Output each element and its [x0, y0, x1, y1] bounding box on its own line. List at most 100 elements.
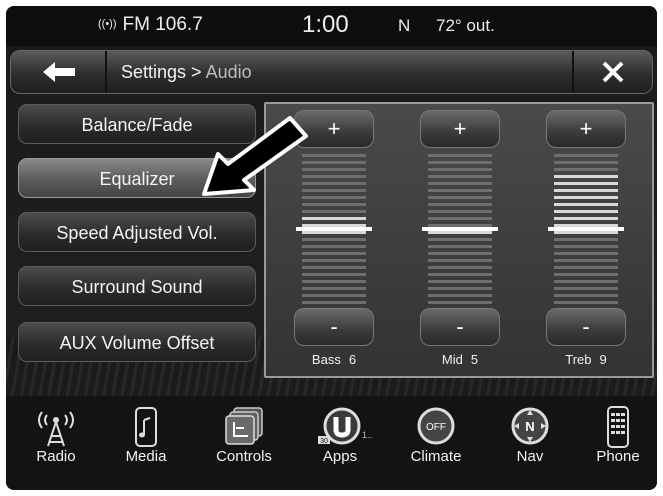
nav-glyph: N [525, 419, 534, 434]
eq-band-treble: + - Treb 9 [546, 110, 626, 372]
eq-segment [554, 203, 618, 206]
climate-off-icon: OFF [417, 407, 455, 445]
outside-temperature: 72° out. [436, 16, 495, 35]
eq-segment [428, 273, 492, 276]
bass-label: Bass 6 [294, 352, 374, 367]
eq-segment [302, 203, 366, 206]
eq-segment [554, 259, 618, 262]
bass-name: Bass [311, 352, 341, 367]
eq-segment [554, 182, 618, 185]
eq-segment [302, 287, 366, 290]
eq-segment [554, 273, 618, 276]
eq-segment [302, 210, 366, 213]
eq-segment [302, 259, 366, 262]
close-icon [602, 61, 624, 83]
eq-segment [302, 280, 366, 283]
close-button[interactable] [572, 51, 652, 93]
dock-radio[interactable]: Radio [16, 396, 96, 486]
menu-speed-adjusted-vol[interactable]: Speed Adjusted Vol. [18, 212, 256, 252]
treble-name: Treb [565, 352, 592, 367]
infotainment-screen: ((•)) FM 106.7 1:00 N 72° out. Settings >… [6, 6, 657, 490]
treble-level-bar[interactable] [548, 152, 624, 306]
eq-segment [302, 294, 366, 297]
menu-surround-sound[interactable]: Surround Sound [18, 266, 256, 306]
eq-segment [428, 154, 492, 157]
eq-segment [554, 301, 618, 304]
radio-station: FM 106.7 [122, 14, 203, 35]
eq-segment [554, 168, 618, 171]
eq-segment [428, 259, 492, 262]
dock-phone-label: Phone [596, 448, 640, 465]
eq-segment [302, 231, 366, 234]
dock-phone[interactable]: Phone [578, 396, 657, 486]
eq-segment [428, 217, 492, 220]
eq-segment [428, 287, 492, 290]
eq-segment [302, 252, 366, 255]
mid-level-bar[interactable] [422, 152, 498, 306]
clock: 1:00 [302, 11, 349, 38]
treble-label: Treb 9 [546, 352, 626, 367]
eq-segment [554, 196, 618, 199]
eq-segment [554, 210, 618, 213]
eq-center-line [548, 227, 624, 231]
apps-badge: 30 [320, 438, 328, 445]
eq-segment [554, 252, 618, 255]
dock-apps-label: Apps [322, 448, 358, 465]
eq-segment [428, 175, 492, 178]
dock-nav[interactable]: N Nav [490, 396, 570, 486]
mid-plus-button[interactable]: + [420, 110, 500, 148]
breadcrumb-parent: Settings > [121, 62, 206, 82]
dock-climate-label: Climate [410, 448, 462, 465]
eq-segment [302, 273, 366, 276]
mid-label: Mid 5 [420, 352, 500, 367]
pointer-arrow-icon [202, 116, 308, 196]
radio-tower-icon [38, 411, 74, 447]
eq-segment [302, 245, 366, 248]
eq-segment [428, 168, 492, 171]
bass-minus-button[interactable]: - [294, 308, 374, 346]
dock-controls-label: Controls [216, 448, 272, 465]
eq-segment [302, 217, 366, 220]
treble-minus-button[interactable]: - [546, 308, 626, 346]
eq-segment [554, 189, 618, 192]
dock-radio-label: Radio [36, 448, 76, 465]
dock-media[interactable]: Media [106, 396, 186, 486]
seat-heat-icon [225, 407, 263, 445]
compass-n-icon: N [511, 407, 549, 445]
compass-heading: N [398, 16, 411, 35]
dock-controls[interactable]: Controls [204, 396, 284, 486]
eq-segment [302, 266, 366, 269]
dock-apps[interactable]: 30 1.. Apps [300, 396, 380, 486]
equalizer-panel: + - Bass 6 + - Mid 5 + - Treb 9 [264, 102, 654, 378]
eq-segment [554, 161, 618, 164]
mid-minus-button[interactable]: - [420, 308, 500, 346]
eq-segment [428, 231, 492, 234]
breadcrumb-current: Audio [205, 62, 252, 82]
back-button[interactable] [11, 51, 107, 93]
climate-glyph: OFF [426, 422, 446, 433]
eq-segment [428, 210, 492, 213]
antenna-icon: ((•)) [98, 18, 117, 30]
eq-segment [554, 266, 618, 269]
eq-segment [428, 280, 492, 283]
eq-segment [428, 196, 492, 199]
bottom-dock: Radio Media Controls 30 1.. Apps OFF Cli… [6, 396, 657, 490]
eq-segment [428, 161, 492, 164]
eq-center-line [422, 227, 498, 231]
breadcrumb: Settings > Audio [121, 62, 252, 83]
bass-value: 6 [348, 352, 357, 367]
eq-segment [554, 287, 618, 290]
mid-name: Mid [441, 352, 463, 367]
eq-segment [554, 238, 618, 241]
radio-status[interactable]: ((•)) FM 106.7 [98, 14, 203, 36]
media-phone-icon [135, 407, 157, 447]
eq-segment [554, 280, 618, 283]
dock-climate[interactable]: OFF Climate [396, 396, 476, 486]
menu-aux-volume-offset[interactable]: AUX Volume Offset [18, 322, 256, 362]
eq-segment [302, 238, 366, 241]
eq-segment [554, 217, 618, 220]
eq-segment [428, 245, 492, 248]
treble-plus-button[interactable]: + [546, 110, 626, 148]
eq-center-line [296, 227, 372, 231]
eq-segment [428, 182, 492, 185]
